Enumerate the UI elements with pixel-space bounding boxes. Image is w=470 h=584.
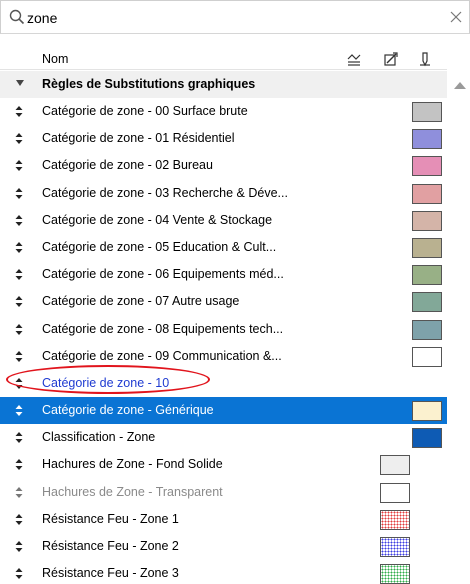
list-item-label: Catégorie de zone - 00 Surface brute [42, 104, 248, 118]
list-item-label: Catégorie de zone - 07 Autre usage [42, 294, 240, 309]
list-item[interactable]: Hachures de Zone - Fond Solide [0, 451, 447, 478]
color-swatch[interactable] [412, 183, 442, 204]
rule-list: Catégorie de zone - 00 Surface brute Caté… [0, 98, 447, 584]
drag-handle-icon[interactable] [14, 295, 24, 308]
drag-handle-icon[interactable] [14, 132, 24, 145]
list-item-label: Catégorie de zone - Générique [42, 403, 214, 418]
list-item[interactable]: Résistance Feu - Zone 1 [0, 506, 447, 533]
color-swatch[interactable] [412, 319, 442, 340]
list-item[interactable]: Catégorie de zone - 08 Equipements tech.… [0, 316, 447, 343]
list-item[interactable]: Résistance Feu - Zone 3 [0, 560, 447, 584]
list-item[interactable]: Catégorie de zone - 04 Vente & Stockage [0, 207, 447, 234]
color-swatch[interactable] [380, 482, 410, 503]
color-swatch[interactable] [412, 129, 442, 150]
color-swatch[interactable] [380, 455, 410, 476]
list-item[interactable]: Catégorie de zone - 06 Equipements méd..… [0, 261, 447, 288]
color-swatch[interactable] [412, 102, 442, 122]
drag-handle-icon[interactable] [14, 431, 24, 444]
color-swatch[interactable] [412, 210, 442, 231]
list-item-label: Résistance Feu - Zone 1 [42, 511, 179, 526]
list-item-label: Catégorie de zone - 09 Communication &..… [42, 348, 282, 363]
drag-handle-icon[interactable] [14, 214, 24, 227]
drag-handle-icon[interactable] [14, 567, 24, 580]
list-item-label: Résistance Feu - Zone 2 [42, 539, 179, 553]
drag-handle-icon[interactable] [14, 350, 24, 363]
collapse-caret-icon[interactable] [16, 80, 24, 86]
list-item-label: Catégorie de zone - 05 Education & Cult.… [42, 239, 277, 254]
drag-handle-icon[interactable] [14, 241, 24, 254]
list-item-label: Catégorie de zone - 04 Vente & Stockage [42, 212, 273, 227]
drag-handle-icon[interactable] [14, 540, 24, 553]
search-input[interactable] [27, 7, 427, 29]
list-item[interactable]: Catégorie de zone - 05 Education & Cult.… [0, 234, 447, 261]
color-swatch[interactable] [412, 156, 442, 177]
color-swatch[interactable] [380, 537, 410, 557]
drag-handle-icon[interactable] [14, 404, 24, 417]
drag-handle-icon[interactable] [14, 458, 24, 471]
list-item-label: Résistance Feu - Zone 3 [42, 566, 179, 581]
list-item-label: Catégorie de zone - 06 Equipements méd..… [42, 267, 284, 282]
list-item[interactable]: Catégorie de zone - 07 Autre usage [0, 288, 447, 315]
color-swatch[interactable] [412, 346, 442, 367]
list-item-label: Catégorie de zone - 08 Equipements tech.… [42, 321, 284, 336]
search-icon [9, 9, 25, 25]
drag-handle-icon[interactable] [14, 159, 24, 172]
list-item-label: Catégorie de zone - 03 Recherche & Déve.… [42, 185, 288, 200]
scroll-up-arrow-icon[interactable] [454, 82, 466, 89]
annotation-oval [6, 365, 210, 394]
list-item-label: Catégorie de zone - 01 Résidentiel [42, 131, 235, 146]
color-swatch[interactable] [412, 428, 442, 449]
list-item-label: Hachures de Zone - Transparent [42, 484, 223, 499]
color-swatch[interactable] [412, 292, 442, 313]
list-item[interactable]: Classification - Zone [0, 424, 447, 451]
list-item-label: Classification - Zone [42, 430, 156, 445]
color-swatch[interactable] [380, 509, 410, 530]
name-column-header[interactable]: Nom [42, 52, 68, 66]
group-row-graphic-overrides[interactable]: Règles de Substitutions graphiques [0, 71, 447, 98]
list-item[interactable]: Catégorie de zone - 00 Surface brute [0, 98, 447, 125]
list-item[interactable]: Hachures de Zone - Transparent [0, 479, 447, 506]
column-header: Nom [0, 48, 447, 70]
drag-handle-icon[interactable] [14, 187, 24, 200]
drag-handle-icon[interactable] [14, 513, 24, 526]
list-item-label: Hachures de Zone - Fond Solide [42, 457, 223, 472]
color-swatch[interactable] [380, 564, 410, 584]
list-item[interactable]: Catégorie de zone - 03 Recherche & Déve.… [0, 180, 447, 207]
pen-icon[interactable] [417, 51, 433, 67]
scrollbar[interactable] [448, 70, 470, 584]
drag-handle-icon[interactable] [14, 323, 24, 336]
list-item[interactable]: Résistance Feu - Zone 2 [0, 533, 447, 560]
list-item-label: Catégorie de zone - 02 Bureau [42, 158, 213, 173]
surface-icon[interactable] [346, 51, 362, 67]
drag-handle-icon[interactable] [14, 486, 24, 499]
color-swatch[interactable] [412, 237, 442, 258]
group-label: Règles de Substitutions graphiques [42, 77, 256, 91]
list-item[interactable]: Catégorie de zone - Générique [0, 397, 447, 425]
color-swatch[interactable] [412, 401, 442, 422]
drag-handle-icon[interactable] [14, 268, 24, 281]
color-swatch[interactable] [412, 265, 442, 286]
close-icon[interactable] [449, 10, 463, 24]
override-icon[interactable] [383, 51, 399, 67]
list-item[interactable]: Catégorie de zone - 02 Bureau [0, 152, 447, 179]
drag-handle-icon[interactable] [14, 105, 24, 118]
search-bar [0, 0, 470, 34]
list-item[interactable]: Catégorie de zone - 01 Résidentiel [0, 125, 447, 152]
